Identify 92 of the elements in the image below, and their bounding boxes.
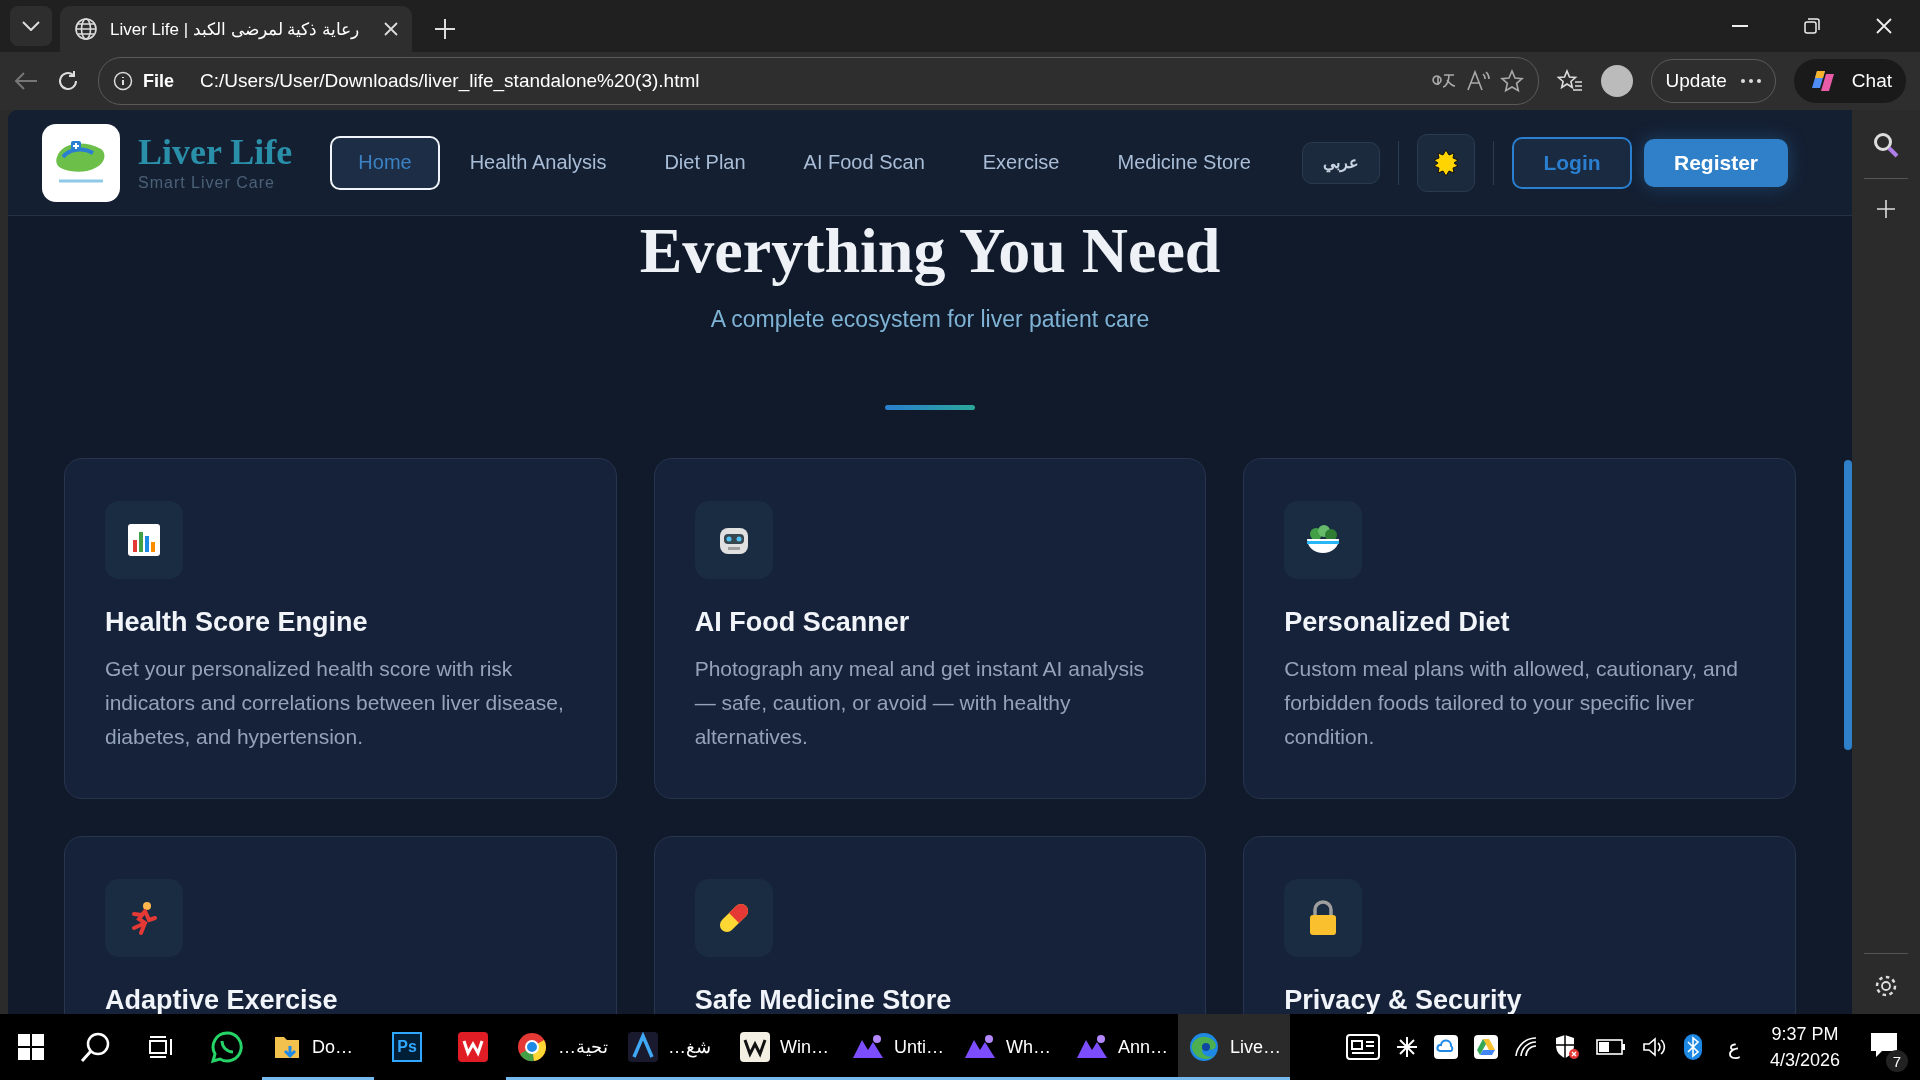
section-title: Everything You Need <box>639 216 1221 287</box>
chevron-down-icon <box>22 21 40 31</box>
app-icon[interactable] <box>628 1032 658 1062</box>
translate-icon[interactable] <box>1429 71 1456 91</box>
app-label: Win… <box>780 1036 829 1058</box>
scrollbar-thumb[interactable] <box>1844 460 1852 750</box>
close-icon[interactable] <box>1876 18 1892 34</box>
app-icon[interactable] <box>740 1032 770 1062</box>
app-label: Do… <box>312 1036 353 1058</box>
notification-icon[interactable] <box>1870 1032 1898 1058</box>
task-view-icon <box>148 1035 174 1059</box>
globe-icon <box>74 17 98 41</box>
battery-icon[interactable] <box>1595 1039 1626 1055</box>
back-arrow-icon[interactable] <box>14 71 38 91</box>
nav-link[interactable]: Medicine Store <box>1089 135 1279 190</box>
feature-title: Safe Medicine Store <box>694 985 953 1014</box>
feature-title: AI Food Scanner <box>694 607 911 639</box>
search-icon[interactable] <box>1873 132 1899 158</box>
taskbar-app[interactable]: Do… <box>262 1014 374 1080</box>
sparkle-icon[interactable] <box>1395 1036 1418 1058</box>
file-label: File <box>143 70 174 92</box>
app-label: Wh… <box>1006 1036 1051 1058</box>
chat-button[interactable]: Chat <box>1793 59 1906 103</box>
notification-count: 7 <box>1886 1050 1908 1072</box>
browser-icon[interactable] <box>516 1031 548 1063</box>
plus-icon[interactable] <box>1876 199 1896 219</box>
feature-title: Personalized Diet <box>1284 607 1511 639</box>
browser-tab[interactable]: Liver Life | رعاية ذكية لمرضى الكبد <box>60 6 412 52</box>
new-tab-icon[interactable] <box>434 18 456 40</box>
star-icon[interactable] <box>1499 69 1524 93</box>
nav-link[interactable]: AI Food Scan <box>775 135 953 190</box>
favorites-icon[interactable] <box>1556 69 1583 93</box>
liver-logo[interactable] <box>42 123 120 202</box>
app-label: Unti… <box>894 1036 944 1058</box>
taskbar-app[interactable]: Live… <box>1178 1014 1290 1080</box>
clock[interactable]: 9:37 PM 4/3/2026 <box>1769 1021 1840 1073</box>
app-icon[interactable] <box>852 1034 884 1060</box>
close-icon[interactable] <box>384 22 398 36</box>
news-icon[interactable] <box>1345 1034 1380 1060</box>
taskbar-app[interactable]: Win… <box>730 1014 842 1080</box>
tab-list-button[interactable] <box>10 6 52 46</box>
nav-link[interactable]: Diet Plan <box>636 135 774 190</box>
app-label: تحية… <box>558 1036 608 1058</box>
bar-chart-icon <box>126 522 162 559</box>
nav-link[interactable]: Exercise <box>954 135 1088 190</box>
app-label: Live… <box>1230 1036 1282 1058</box>
more-icon <box>1740 79 1761 83</box>
app-label: Ann… <box>1118 1036 1169 1058</box>
read-aloud-icon[interactable] <box>1465 70 1490 92</box>
brand-tagline: Smart Liver Care <box>138 173 276 192</box>
sun-icon <box>1432 148 1460 177</box>
taskbar-app[interactable]: Ann… <box>1066 1014 1178 1080</box>
taskbar-app[interactable]: شغ… <box>618 1014 730 1080</box>
cloud-icon[interactable] <box>1433 1035 1458 1059</box>
feature-title: Health Score Engine <box>105 607 369 639</box>
taskbar-app[interactable]: Ps <box>374 1014 440 1080</box>
settings-icon[interactable] <box>1874 974 1898 998</box>
profile-avatar[interactable] <box>1600 65 1633 97</box>
taskbar-app[interactable]: Unti… <box>842 1014 954 1080</box>
nav-link[interactable]: Health Analysis <box>441 135 635 190</box>
drive-icon[interactable] <box>1473 1035 1498 1059</box>
refresh-icon[interactable] <box>56 69 80 93</box>
section-subtitle: A complete ecosystem for liver patient care <box>710 306 1150 334</box>
taskbar-app[interactable]: Wh… <box>954 1014 1066 1080</box>
app-label: شغ… <box>668 1036 711 1058</box>
windows-logo-icon <box>18 1034 44 1060</box>
brand-name: Liver Life <box>138 133 293 170</box>
app-icon[interactable] <box>1076 1034 1108 1060</box>
url-text: C:/Users/User/Downloads/liver_life_standalone%20(3).html <box>200 70 701 92</box>
input-language-indicator[interactable]: ع <box>1727 1035 1740 1059</box>
app-icon[interactable] <box>964 1034 996 1060</box>
search-icon <box>80 1031 112 1063</box>
address-bar[interactable]: File C:/Users/User/Downloads/liver_life_standalone%20(3).html <box>98 57 1539 105</box>
feature-description: Photograph any meal and get instant AI analysis — safe, caution, or avoid — with healthy alternatives. <box>694 656 1146 751</box>
speaker-icon[interactable] <box>1641 1036 1668 1058</box>
chat-bubble-icon[interactable] <box>210 1030 244 1064</box>
shield-icon[interactable] <box>1553 1034 1580 1060</box>
photoshop-icon[interactable]: Ps <box>392 1032 422 1062</box>
taskbar-app[interactable]: تحية… <box>506 1014 618 1080</box>
feature-description: Get your personalized health score with risk indicators and correlations between liver disease, diabetes, and hypertension. <box>105 656 565 751</box>
restore-icon[interactable] <box>1804 18 1820 34</box>
date-text: 4/3/2026 <box>1769 1049 1840 1072</box>
info-icon[interactable] <box>113 71 133 91</box>
time-text: 9:37 PM <box>1771 1023 1839 1046</box>
wifi-icon[interactable] <box>1513 1036 1538 1058</box>
feature-description: Custom meal plans with allowed, cautionary, and forbidden foods tailored to your specific liver condition. <box>1284 656 1739 751</box>
app-icon[interactable] <box>458 1032 488 1062</box>
bluetooth-icon[interactable] <box>1683 1034 1702 1060</box>
register-button[interactable]: Register <box>1644 138 1788 187</box>
theme-toggle-button[interactable] <box>1417 133 1475 192</box>
tab-title: Liver Life | رعاية ذكية لمرضى الكبد <box>110 18 360 40</box>
language-button[interactable]: عربي <box>1302 141 1380 184</box>
